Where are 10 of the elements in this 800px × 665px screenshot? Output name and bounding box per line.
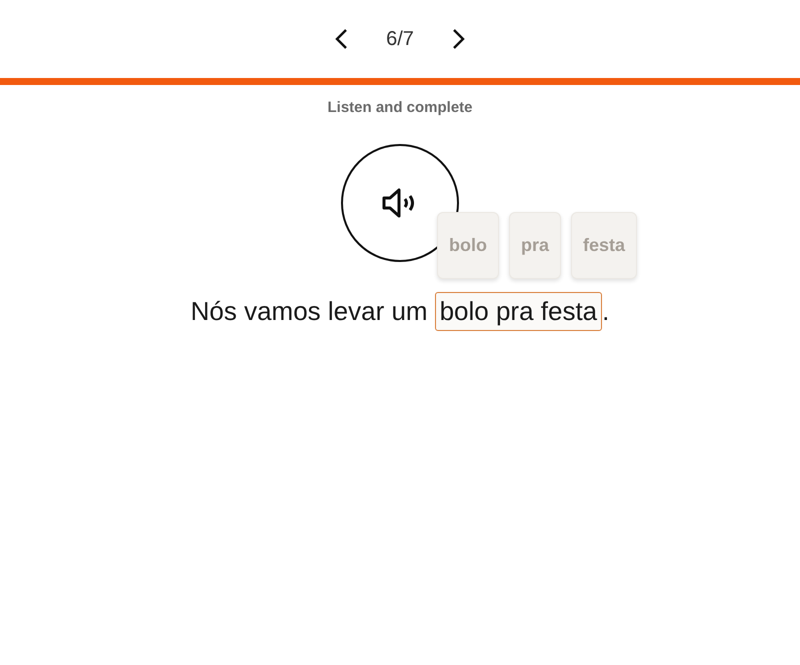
chevron-left-icon (334, 28, 348, 50)
answer-box[interactable]: bolo pra festa (434, 292, 602, 331)
word-tile[interactable]: bolo (437, 212, 499, 279)
sentence-end: . (602, 296, 610, 327)
instruction-text: Listen and complete (327, 99, 473, 116)
sentence-text: Nós vamos levar um (190, 296, 428, 327)
word-tile[interactable]: festa (571, 212, 638, 279)
word-tile[interactable]: pra (509, 212, 562, 279)
chevron-right-icon (452, 28, 466, 50)
page-counter: 6/7 (386, 28, 414, 50)
